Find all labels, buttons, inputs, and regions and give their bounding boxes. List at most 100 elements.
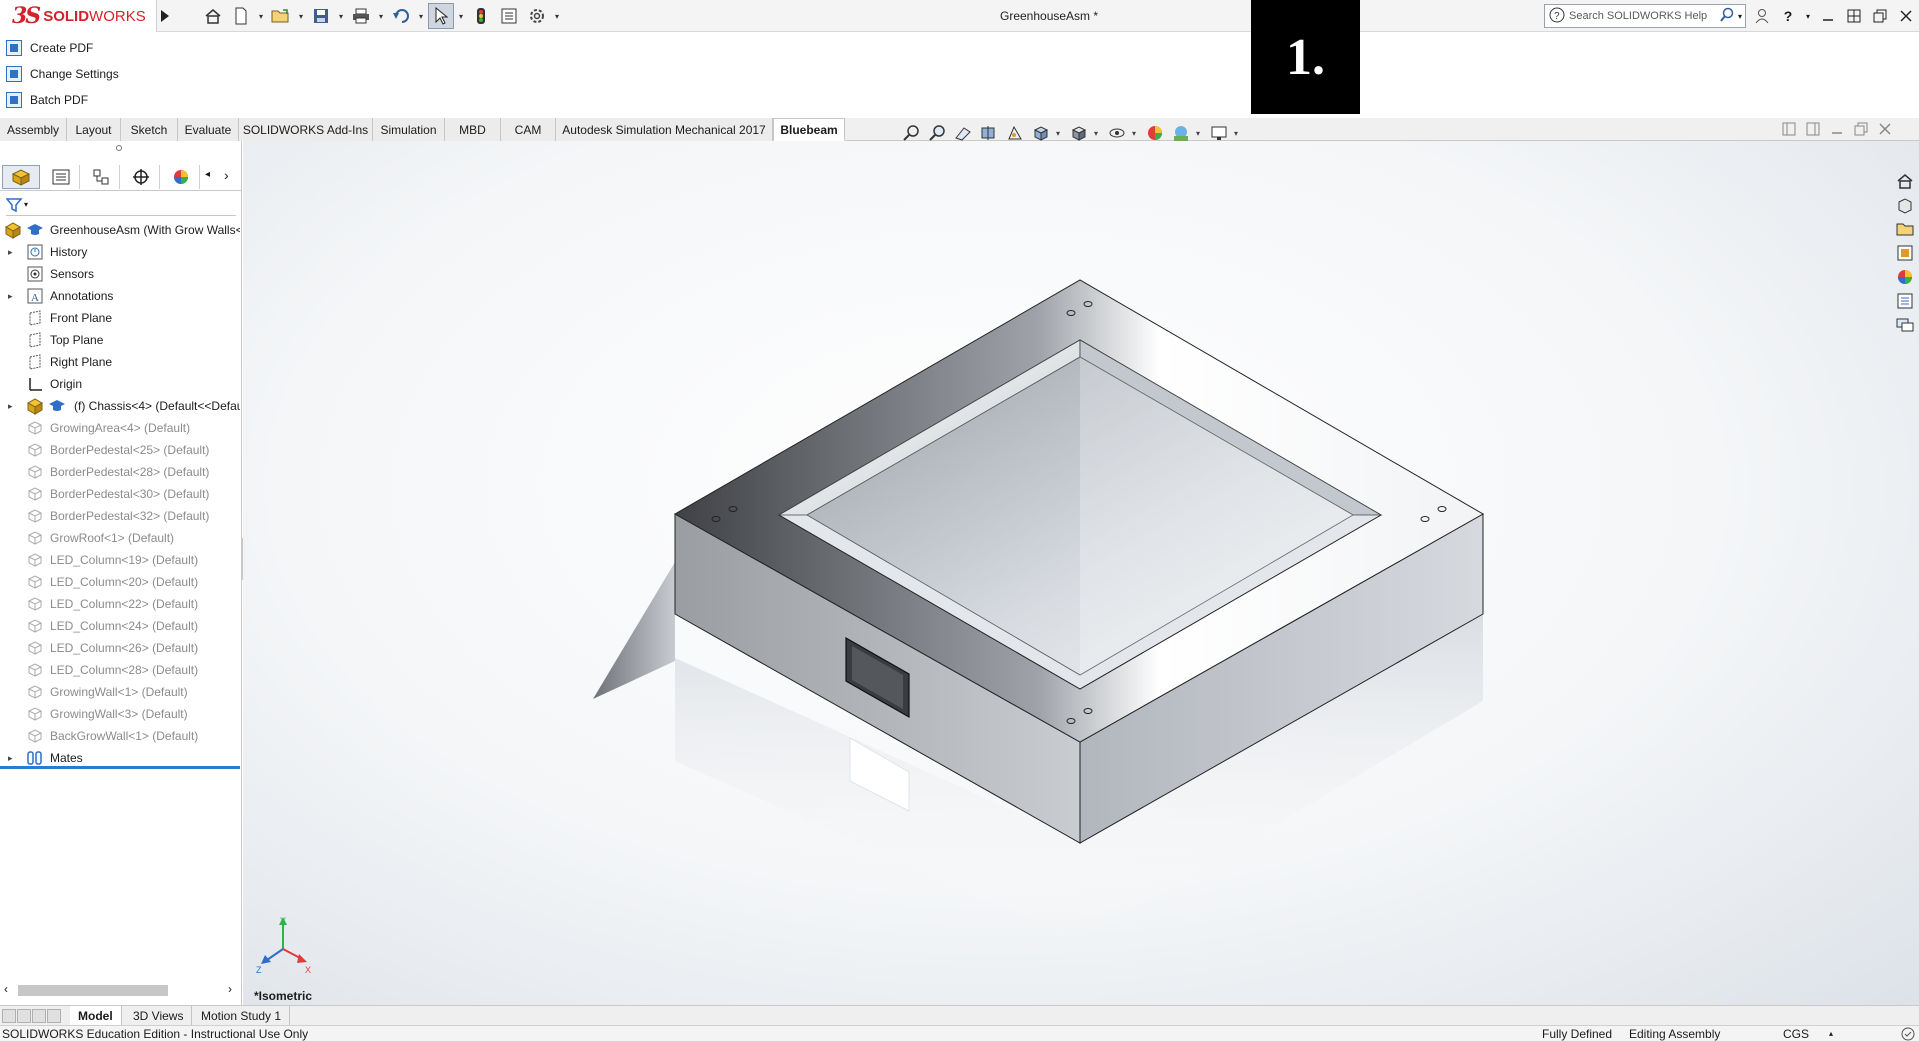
view-orientation-dropdown-icon[interactable]: ▾ (1056, 129, 1064, 138)
expand-arrow-icon[interactable]: ▸ (8, 753, 18, 764)
open-icon[interactable] (268, 3, 294, 29)
help-dropdown-icon[interactable]: ▾ (1804, 4, 1812, 28)
tree-item-suppressed-component[interactable]: BackGrowWall<1> (Default) (0, 725, 240, 747)
hide-show-dropdown-icon[interactable]: ▾ (1132, 129, 1140, 138)
rebuild-status-icon[interactable] (1900, 1027, 1916, 1041)
filter-icon[interactable] (6, 197, 24, 213)
tab-autodesk-simulation[interactable]: Autodesk Simulation Mechanical 2017 (556, 118, 773, 141)
custom-properties-icon[interactable] (1894, 290, 1916, 312)
next-tab-icon[interactable] (32, 1009, 46, 1023)
tree-item-sensors[interactable]: Sensors (0, 263, 240, 285)
undo-icon[interactable] (388, 3, 414, 29)
home-icon[interactable] (200, 3, 226, 29)
tree-item-suppressed-component[interactable]: BorderPedestal<30> (Default) (0, 483, 240, 505)
scroll-right-icon[interactable]: › (228, 982, 232, 996)
viewport-restore-icon[interactable] (1854, 122, 1868, 139)
expand-arrow-icon[interactable]: ▸ (8, 247, 18, 258)
tab-evaluate[interactable]: Evaluate (178, 118, 239, 141)
new-document-icon[interactable] (228, 3, 254, 29)
minimize-icon[interactable] (1818, 4, 1838, 28)
model-view[interactable] (243, 141, 1919, 1005)
design-library-icon[interactable] (1894, 194, 1916, 216)
view-settings-icon[interactable] (1208, 122, 1230, 144)
tree-item-origin[interactable]: Origin (0, 373, 240, 395)
view-palette-icon[interactable] (1894, 242, 1916, 264)
tab-simulation[interactable]: Simulation (373, 118, 445, 141)
tree-item-suppressed-component[interactable]: GrowRoof<1> (Default) (0, 527, 240, 549)
user-icon[interactable] (1752, 4, 1772, 28)
solidworks-resources-icon[interactable] (1894, 170, 1916, 192)
tree-item-front-plane[interactable]: Front Plane (0, 307, 240, 329)
tab-3d-views[interactable]: 3D Views (125, 1006, 193, 1025)
dynamic-annotation-icon[interactable] (1004, 122, 1026, 144)
previous-view-icon[interactable] (952, 122, 974, 144)
last-tab-icon[interactable] (47, 1009, 61, 1023)
graphics-area[interactable] (243, 141, 1919, 1005)
options-dropdown-icon[interactable]: ▾ (552, 3, 562, 29)
create-pdf-button[interactable]: Create PDF (6, 37, 93, 59)
rebuild-icon[interactable] (468, 3, 494, 29)
expand-arrow-icon[interactable]: ▸ (8, 291, 18, 302)
tree-item-right-plane[interactable]: Right Plane (0, 351, 240, 373)
help-search-box[interactable]: ? Search SOLIDWORKS Help ▾ (1544, 4, 1746, 28)
search-placeholder[interactable]: Search SOLIDWORKS Help (1569, 10, 1719, 22)
tree-item-suppressed-component[interactable]: BorderPedestal<25> (Default) (0, 439, 240, 461)
viewport-minimize-icon[interactable] (1830, 122, 1844, 139)
expand-arrow-icon[interactable]: ▸ (8, 401, 18, 412)
apply-scene-dropdown-icon[interactable]: ▾ (1196, 129, 1204, 138)
dimxpert-tab-icon[interactable] (122, 165, 160, 189)
tree-rollback-bar[interactable] (0, 766, 240, 769)
previous-tab-icon[interactable] (17, 1009, 31, 1023)
search-icon[interactable] (1719, 7, 1735, 26)
featuremanager-tab-icon[interactable] (2, 165, 40, 189)
unit-system-dropdown-icon[interactable]: ▴ (1829, 1029, 1833, 1038)
undo-dropdown-icon[interactable]: ▾ (416, 3, 426, 29)
panel-tabs-scroll-right-icon[interactable]: › (224, 167, 229, 183)
options-icon[interactable] (524, 3, 550, 29)
search-dropdown-icon[interactable]: ▾ (1738, 12, 1742, 21)
save-dropdown-icon[interactable]: ▾ (336, 3, 346, 29)
tree-item-chassis[interactable]: ▸ (f) Chassis<4> (Default<<Defau (0, 395, 240, 417)
tree-item-suppressed-component[interactable]: LED_Column<20> (Default) (0, 571, 240, 593)
close-icon[interactable] (1896, 4, 1916, 28)
scrollbar-thumb[interactable] (18, 985, 168, 996)
tree-root-assembly[interactable]: GreenhouseAsm (With Grow Walls< (0, 219, 240, 241)
zoom-to-area-icon[interactable] (926, 122, 948, 144)
tree-item-suppressed-component[interactable]: LED_Column<28> (Default) (0, 659, 240, 681)
print-icon[interactable] (348, 3, 374, 29)
first-tab-icon[interactable] (2, 1009, 16, 1023)
solidworks-logo[interactable]: 3S SOLID WORKS (0, 0, 157, 32)
batch-pdf-button[interactable]: Batch PDF (6, 89, 88, 111)
tree-item-suppressed-component[interactable]: LED_Column<24> (Default) (0, 615, 240, 637)
panel-grip-icon[interactable] (116, 145, 122, 151)
panel-tabs-scroll-left-icon[interactable]: ◂ (205, 169, 210, 180)
tab-solidworks-add-ins[interactable]: SOLIDWORKS Add-Ins (239, 118, 373, 141)
viewport-close-icon[interactable] (1878, 122, 1892, 139)
section-view-icon[interactable] (978, 122, 1000, 144)
filter-dropdown-icon[interactable]: ▾ (24, 200, 28, 209)
tree-item-suppressed-component[interactable]: GrowingArea<4> (Default) (0, 417, 240, 439)
viewport-panel-right-icon[interactable] (1806, 122, 1820, 139)
tab-layout[interactable]: Layout (67, 118, 121, 141)
tab-motion-study[interactable]: Motion Study 1 (193, 1006, 291, 1025)
tab-bluebeam[interactable]: Bluebeam (773, 118, 845, 141)
display-style-dropdown-icon[interactable]: ▾ (1094, 129, 1102, 138)
propertymanager-tab-icon[interactable] (42, 165, 80, 189)
configurationmanager-tab-icon[interactable] (82, 165, 120, 189)
tree-item-annotations[interactable]: ▸ A Annotations (0, 285, 240, 307)
view-settings-dropdown-icon[interactable]: ▾ (1234, 129, 1242, 138)
print-dropdown-icon[interactable]: ▾ (376, 3, 386, 29)
unit-system[interactable]: CGS (1783, 1027, 1809, 1041)
new-dropdown-icon[interactable]: ▾ (256, 3, 266, 29)
tab-sketch[interactable]: Sketch (121, 118, 178, 141)
tile-icon[interactable] (1844, 4, 1864, 28)
change-settings-button[interactable]: Change Settings (6, 63, 119, 85)
zoom-to-fit-icon[interactable] (900, 122, 922, 144)
file-explorer-icon[interactable] (1894, 218, 1916, 240)
viewport-panel-left-icon[interactable] (1782, 122, 1796, 139)
tree-item-top-plane[interactable]: Top Plane (0, 329, 240, 351)
tree-item-suppressed-component[interactable]: GrowingWall<3> (Default) (0, 703, 240, 725)
hide-show-items-icon[interactable] (1106, 122, 1128, 144)
appearances-icon[interactable] (1894, 266, 1916, 288)
forum-icon[interactable] (1894, 314, 1916, 336)
